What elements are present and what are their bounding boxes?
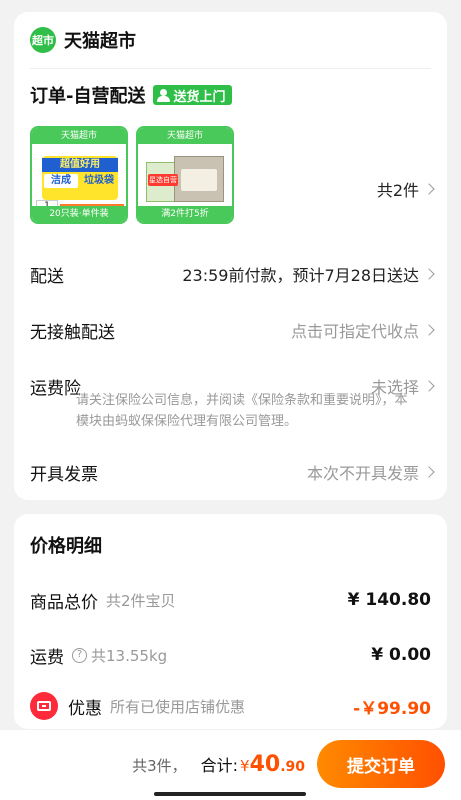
contactless-value-text: 点击可指定代收点: [290, 322, 419, 341]
discount-row[interactable]: 优惠 所有已使用店铺优惠 -￥99.90: [30, 692, 431, 720]
checkout-bar: 共3件， 合计: ¥ 40 .90 提交订单: [0, 730, 461, 800]
product-thumbnail[interactable]: 天猫超市 星选自营 满2件打5折: [136, 126, 234, 224]
chevron-right-icon: [423, 268, 435, 280]
contactless-value: 点击可指定代收点: [290, 318, 435, 342]
shipping-amount: ¥ 0.00: [371, 645, 431, 665]
shipping-weight: 共13.55kg: [91, 646, 168, 665]
chevron-right-icon: [423, 183, 435, 195]
total-area: 共3件， 合计: ¥ 40 .90: [132, 752, 305, 777]
product-art-text: 超值好用: [42, 158, 118, 172]
order-card: 超市 天猫超市 订单-自营配送 送货上门 天猫超市 超值好用 洁成 垃圾袋 1 …: [14, 12, 447, 500]
coupon-icon: [30, 692, 58, 720]
chevron-right-icon: [423, 380, 435, 392]
total-count: 共3件，: [132, 757, 187, 775]
product-thumbnails[interactable]: 天猫超市 超值好用 洁成 垃圾袋 1 20只装·单件装 天猫超市 星选自营 满2…: [30, 126, 242, 224]
product-image: 星选自营: [146, 156, 226, 202]
product-top-label: 天猫超市: [32, 128, 126, 144]
insurance-label: 运费险: [30, 378, 81, 399]
submit-order-button[interactable]: 提交订单: [317, 740, 445, 788]
discount-sub: 所有已使用店铺优惠: [110, 697, 246, 716]
delivery-label: 配送: [30, 266, 64, 287]
product-top-label: 天猫超市: [138, 128, 232, 144]
price-detail-card: 价格明细 商品总价 共2件宝贝 ¥ 140.80 运费 ? 共13.55kg ¥…: [14, 514, 447, 729]
product-thumbnail[interactable]: 天猫超市 超值好用 洁成 垃圾袋 1 20只装·单件装: [30, 126, 128, 224]
product-sticker: 星选自营: [148, 174, 178, 186]
goods-total-sub: 共2件宝贝: [106, 591, 176, 610]
person-icon: [157, 88, 171, 102]
store-header[interactable]: 超市 天猫超市: [30, 26, 136, 54]
delivery-row[interactable]: 配送 23:59前付款，预计7月28日送达: [30, 260, 435, 288]
product-art-text: 垃圾袋: [84, 175, 114, 186]
order-title: 订单-自营配送: [30, 86, 146, 107]
home-indicator[interactable]: [154, 792, 306, 796]
goods-total-amount: ¥ 140.80: [347, 590, 431, 610]
product-bottom-label: 满2件打5折: [138, 206, 232, 222]
goods-total-left: 商品总价 共2件宝贝: [30, 588, 176, 613]
total-currency: ¥: [240, 757, 250, 775]
shipping-sub: ? 共13.55kg: [72, 645, 167, 666]
question-icon[interactable]: ?: [72, 647, 87, 663]
chevron-right-icon: [423, 466, 435, 478]
delivery-badge-label: 送货上门: [173, 89, 226, 105]
product-art-text: 洁成: [44, 174, 78, 188]
delivery-badge: 送货上门: [153, 85, 232, 105]
total-amount-int: 40: [249, 752, 281, 777]
items-count-link[interactable]: 共2件: [376, 177, 435, 201]
product-box: [174, 156, 224, 202]
contactless-row[interactable]: 无接触配送 点击可指定代收点: [30, 316, 435, 344]
store-name: 天猫超市: [64, 31, 136, 52]
store-logo-icon: 超市: [30, 27, 56, 53]
product-image: 超值好用 洁成 垃圾袋: [42, 156, 118, 200]
product-bottom-label: 20只装·单件装: [32, 206, 126, 222]
invoice-row[interactable]: 开具发票 本次不开具发票: [30, 458, 435, 486]
shipping-label: 运费: [30, 647, 64, 668]
delivery-value-text: 23:59前付款，预计7月28日送达: [182, 266, 419, 285]
discount-left: 优惠 所有已使用店铺优惠: [30, 692, 245, 720]
contactless-label: 无接触配送: [30, 322, 115, 343]
price-title: 价格明细: [30, 536, 102, 557]
goods-total-row: 商品总价 共2件宝贝 ¥ 140.80: [30, 586, 431, 614]
discount-amount: -￥99.90: [353, 698, 431, 719]
total-amount-dec: .90: [280, 759, 305, 775]
chevron-right-icon: [423, 324, 435, 336]
invoice-value-text: 本次不开具发票: [306, 464, 419, 483]
total-label: 合计:: [200, 756, 239, 775]
insurance-note: 请关注保险公司信息，并阅读《保险条款和重要说明》，本模块由蚂蚁保保险代理有限公司…: [76, 393, 408, 429]
invoice-value: 本次不开具发票: [306, 460, 435, 484]
shipping-left: 运费 ? 共13.55kg: [30, 643, 167, 668]
order-title-row: 订单-自营配送 送货上门: [30, 82, 232, 108]
divider: [30, 68, 431, 69]
items-count: 共2件: [376, 181, 419, 200]
goods-total-label: 商品总价: [30, 592, 98, 613]
shipping-row: 运费 ? 共13.55kg ¥ 0.00: [30, 641, 431, 669]
discount-label: 优惠: [68, 698, 102, 719]
delivery-value: 23:59前付款，预计7月28日送达: [182, 262, 435, 286]
invoice-label: 开具发票: [30, 464, 98, 485]
